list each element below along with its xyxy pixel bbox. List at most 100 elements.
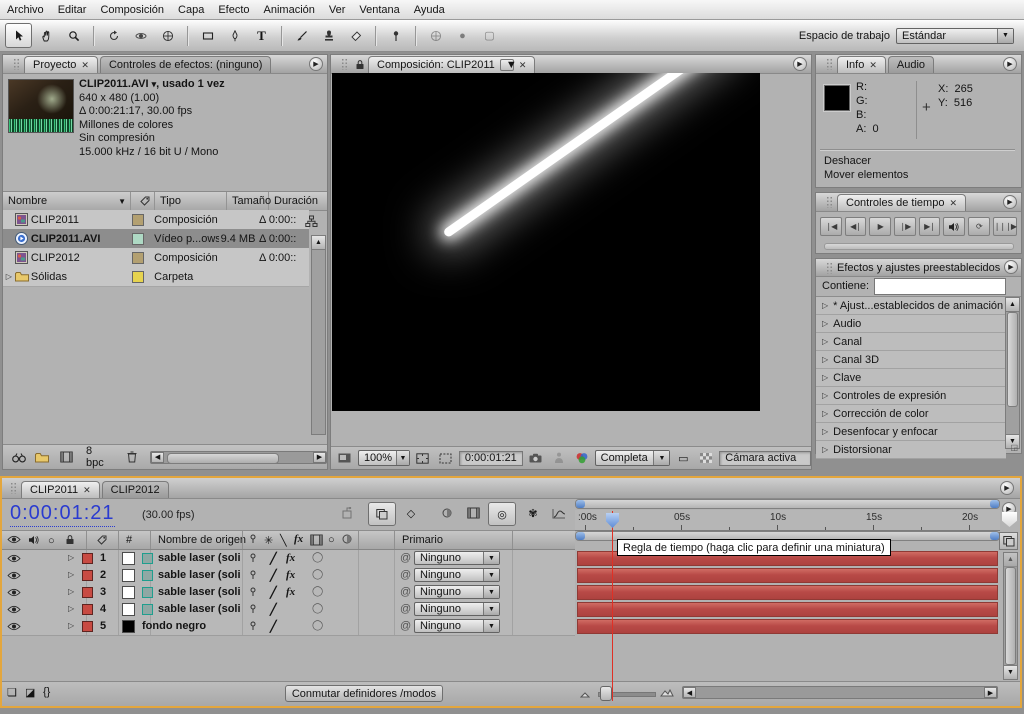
time-ruler[interactable]: :00s 05s 10s 15s 20s: [575, 510, 1000, 531]
expand-triangle-icon[interactable]: ▷: [822, 301, 828, 310]
effects-search-input[interactable]: [874, 277, 1007, 295]
effects-category[interactable]: ▷ * Ajust...establecidos de animación: [816, 297, 1006, 315]
motion-blur-switch-icon[interactable]: ◯: [312, 586, 323, 597]
panel-grip[interactable]: [826, 261, 833, 274]
eye-icon[interactable]: [7, 588, 21, 600]
quality-switch-icon[interactable]: ╱: [270, 603, 277, 616]
table-row[interactable]: ▷ Sólidas Carpeta: [3, 267, 309, 287]
label-chip[interactable]: [126, 251, 149, 264]
layer-color-swatch[interactable]: [122, 620, 135, 633]
eye-icon[interactable]: [7, 571, 21, 583]
loop-button[interactable]: ⟳: [968, 217, 990, 236]
effects-vertical-scrollbar[interactable]: ▲ ▼: [1005, 297, 1020, 449]
eye-icon[interactable]: [7, 622, 21, 634]
motion-blur-switch-icon[interactable]: ○: [328, 534, 335, 546]
region-of-interest-icon[interactable]: [436, 450, 456, 467]
menu-capa[interactable]: Capa: [171, 2, 211, 18]
scroll-left-icon[interactable]: ◀: [683, 687, 696, 698]
panel-grip[interactable]: [13, 58, 20, 70]
menu-animacion[interactable]: Animación: [257, 2, 322, 18]
shy-switch-icon[interactable]: [248, 534, 258, 547]
column-duracion[interactable]: Duración: [269, 192, 327, 210]
expand-triangle-icon[interactable]: ▷: [68, 604, 74, 613]
parent-pickwhip-icon[interactable]: @: [400, 586, 411, 598]
panel-grip[interactable]: [341, 58, 348, 70]
quality-switch-icon[interactable]: ╱: [270, 569, 277, 582]
motion-blur-switch-icon[interactable]: ◯: [312, 569, 323, 580]
effects-category[interactable]: ▷ Desenfocar y enfocar: [816, 423, 1006, 441]
tab-clip2012[interactable]: CLIP2012: [101, 481, 169, 498]
motion-blur-icon[interactable]: [460, 502, 486, 524]
scroll-right-icon[interactable]: ▶: [984, 687, 997, 698]
tab-info[interactable]: Info ✕: [837, 56, 886, 73]
scroll-down-icon[interactable]: ▼: [1004, 665, 1017, 679]
quality-switch-icon[interactable]: ╱: [270, 552, 277, 565]
always-preview-icon[interactable]: [335, 450, 355, 467]
layer-row[interactable]: ▷ 2 sable laser (soli ╱ fx ◯ @ Ninguno ▼: [2, 567, 575, 585]
table-row[interactable]: CLIP2011.AVI Vídeo p...ows 9.4 MB Δ 0:00::: [3, 229, 309, 249]
graph-editor-icon[interactable]: [546, 502, 572, 524]
effects-category[interactable]: ▷ Audio: [816, 315, 1006, 333]
play-button[interactable]: ▶: [869, 217, 892, 236]
source-name-column[interactable]: Nombre de origen: [158, 534, 246, 546]
shy-switch-icon[interactable]: [248, 553, 258, 566]
close-icon[interactable]: ✕: [83, 485, 91, 496]
collapse-switch-icon[interactable]: ✳: [264, 534, 273, 547]
layer-name[interactable]: sable laser (soli: [158, 569, 244, 581]
project-vertical-scrollbar[interactable]: ▲: [311, 235, 326, 435]
effects-category[interactable]: ▷ Clave: [816, 369, 1006, 387]
panel-grip[interactable]: [10, 482, 17, 494]
comp-timecode[interactable]: 0:00:01:21: [458, 450, 523, 466]
column-label[interactable]: [131, 192, 155, 210]
tab-controles-de-tiempo[interactable]: Controles de tiempo ✕: [837, 194, 966, 211]
transparency-grid-icon[interactable]: [696, 450, 716, 467]
eye-icon[interactable]: [7, 605, 21, 617]
selection-tool-icon[interactable]: [5, 23, 32, 48]
table-row[interactable]: CLIP2012 Composición Δ 0:00::: [3, 248, 309, 268]
comp-marker-bin[interactable]: [1002, 512, 1017, 527]
layer-color-swatch[interactable]: [122, 552, 135, 565]
orbit-camera-tool-icon[interactable]: [128, 24, 153, 47]
last-frame-button[interactable]: ▶❘: [918, 217, 941, 236]
resolution-dropdown[interactable]: Completa ▼: [594, 450, 671, 466]
world-axis-icon[interactable]: ●: [450, 24, 475, 47]
composition-viewport[interactable]: [332, 73, 760, 411]
effects-panel-title[interactable]: Efectos y ajustes preestablecidos: [837, 262, 1000, 274]
layer-color-swatch[interactable]: [122, 586, 135, 599]
eraser-tool-icon[interactable]: [343, 24, 368, 47]
expand-layer-switches-icon[interactable]: ❏: [7, 686, 17, 699]
fx-switch-icon[interactable]: fx: [286, 569, 295, 581]
effects-category[interactable]: ▷ Distorsionar: [816, 441, 1006, 459]
parent-pickwhip-icon[interactable]: @: [400, 603, 411, 615]
zoom-out-mountain-icon[interactable]: [579, 689, 591, 701]
label-chip[interactable]: [82, 553, 93, 564]
label-chip[interactable]: [82, 570, 93, 581]
expand-transfer-controls-icon[interactable]: ◪: [25, 686, 35, 699]
chevron-down-icon[interactable]: ▼: [499, 59, 517, 71]
frame-blending-icon[interactable]: [434, 502, 460, 524]
label-chip[interactable]: [126, 213, 149, 226]
tab-clip2011[interactable]: CLIP2011 ✕: [21, 481, 100, 498]
tab-audio[interactable]: Audio: [887, 56, 935, 73]
tab-proyecto[interactable]: Proyecto ✕: [24, 56, 98, 73]
expand-triangle-icon[interactable]: ▷: [68, 621, 74, 630]
trash-icon[interactable]: [122, 449, 142, 466]
tab-controles-de-efectos[interactable]: Controles de efectos: (ninguno): [99, 56, 272, 73]
expand-triangle-icon[interactable]: ▷: [822, 337, 828, 346]
close-icon[interactable]: ✕: [81, 60, 89, 71]
scroll-up-icon[interactable]: ▲: [1004, 553, 1017, 567]
channels-icon[interactable]: [572, 450, 592, 467]
hide-shy-layers-icon[interactable]: ◇: [398, 502, 424, 524]
effects-category[interactable]: ▷ Canal 3D: [816, 351, 1006, 369]
fx-switch-icon[interactable]: fx: [286, 586, 295, 598]
lock-column-icon[interactable]: [65, 534, 75, 548]
shy-switch-icon[interactable]: [248, 621, 258, 634]
expand-triangle-icon[interactable]: ▷: [3, 272, 15, 281]
flowchart-icon[interactable]: [305, 215, 318, 231]
menu-efecto[interactable]: Efecto: [211, 2, 256, 18]
pan-behind-tool-icon[interactable]: [155, 24, 180, 47]
layer-duration-bar[interactable]: [577, 568, 998, 583]
motion-blur-switch-icon[interactable]: ◯: [312, 620, 323, 631]
layer-duration-bar[interactable]: [577, 619, 998, 634]
tab-composicion-clip2011[interactable]: Composición: CLIP2011 ▼ ✕: [368, 56, 536, 73]
